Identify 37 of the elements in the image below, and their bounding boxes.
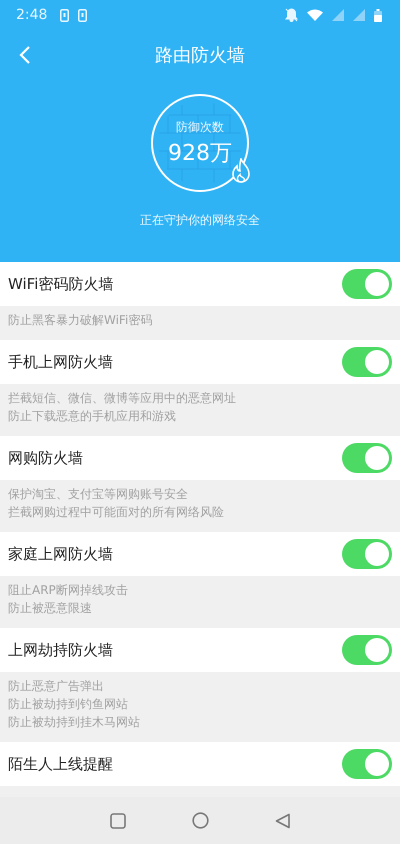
counter-value: 928万	[168, 140, 232, 168]
counter-label: 防御次数	[176, 118, 224, 136]
setting-description: 拦截网购过程中可能面对的所有网络风险	[8, 504, 224, 521]
recent-apps-icon[interactable]	[110, 812, 126, 828]
toggle-switch[interactable]	[342, 347, 392, 377]
phone-icon	[78, 8, 88, 22]
battery-icon	[374, 8, 382, 22]
setting-description: 防止下载恶意的手机应用和游戏	[8, 408, 176, 425]
toggle-switch[interactable]	[342, 269, 392, 299]
setting-description: 防止被劫持到钓鱼网站	[8, 696, 128, 713]
status-time: 2:48	[16, 7, 48, 23]
signal-icon	[332, 9, 344, 21]
setting-title: 网购防火墙	[8, 448, 83, 468]
setting-description: 保护淘宝、支付宝等网购账号安全	[8, 486, 188, 503]
page-title: 路由防火墙	[155, 44, 245, 67]
toggle-switch[interactable]	[342, 443, 392, 473]
toggle-switch[interactable]	[342, 749, 392, 779]
muted-bell-icon	[285, 8, 298, 22]
setting-description: 拦截短信、微信、微博等应用中的恶意网址	[8, 390, 236, 407]
status-message: 正在守护你的网络安全	[140, 212, 260, 229]
setting-description: 防止恶意广告弹出	[8, 678, 104, 695]
setting-description: 阻止ARP断网掉线攻击	[8, 582, 128, 599]
phone-icon	[60, 8, 70, 22]
setting-title: 手机上网防火墙	[8, 352, 113, 372]
home-icon[interactable]	[192, 812, 209, 829]
setting-title: 上网劫持防火墙	[8, 640, 113, 660]
setting-title: 陌生人上线提醒	[8, 754, 113, 774]
setting-description: 防止被劫持到挂木马网站	[8, 714, 140, 731]
signal-icon	[353, 9, 365, 21]
toggle-switch[interactable]	[342, 539, 392, 569]
wifi-icon	[307, 9, 323, 21]
setting-title: 家庭上网防火墙	[8, 544, 113, 564]
toggle-switch[interactable]	[342, 635, 392, 665]
setting-description: 防止被恶意限速	[8, 600, 92, 617]
setting-description: 防止黑客暴力破解WiFi密码	[8, 312, 152, 329]
back-icon[interactable]	[275, 812, 290, 828]
setting-title: WiFi密码防火墙	[8, 274, 114, 294]
